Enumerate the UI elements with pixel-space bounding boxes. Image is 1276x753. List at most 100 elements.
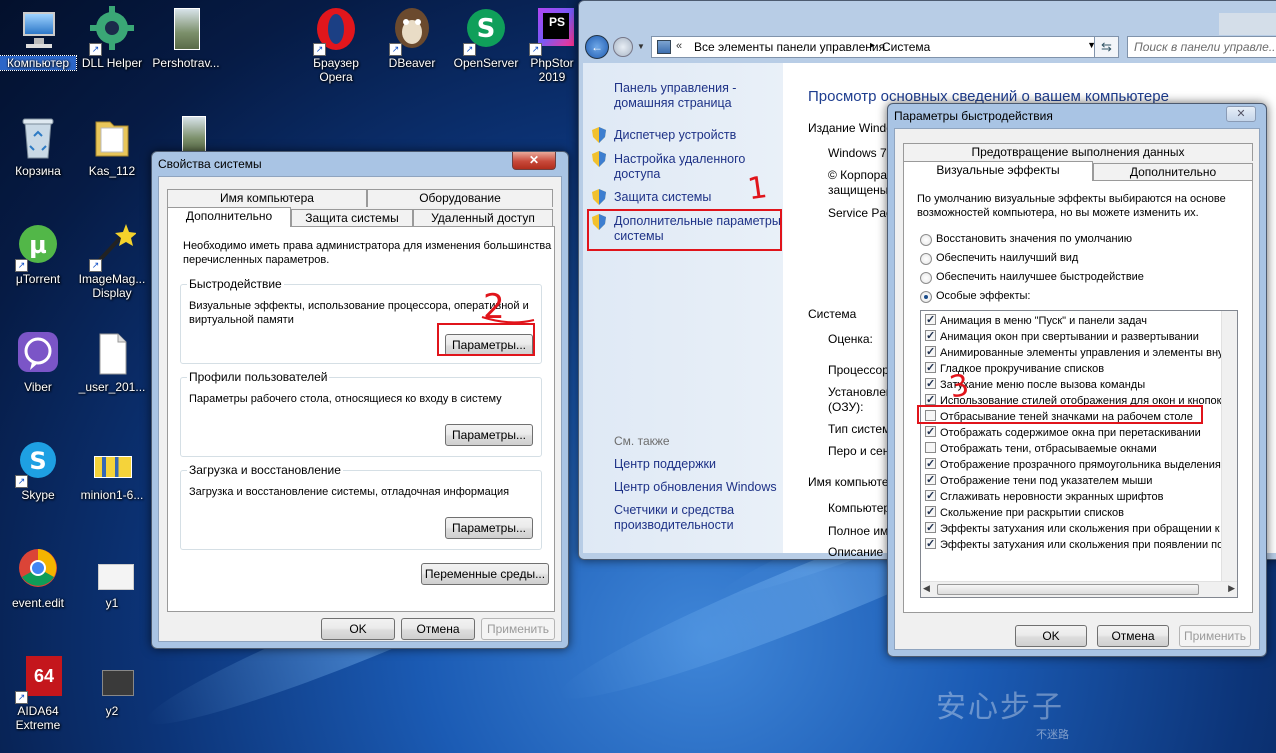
ok-button[interactable]: OK [321,618,395,640]
desktop-icon-imagemagick[interactable]: ↗ ImageMag... Display [74,222,150,300]
environment-variables-button[interactable]: Переменные среды... [421,563,549,585]
address-bar[interactable]: « Все элементы панели управления ▸ Систе… [651,36,1119,58]
effect-row[interactable]: Эффекты затухания или скольжения при обр… [921,520,1223,537]
device-manager-link[interactable]: Диспетчер устройств [614,128,736,143]
system-protection-link[interactable]: Защита системы [614,190,711,205]
scroll-left-icon[interactable]: ◀ [923,583,930,594]
vertical-scrollbar[interactable] [1221,311,1237,581]
horizontal-scrollbar[interactable]: ◀ ▶ [921,581,1237,597]
effect-checkbox[interactable] [925,344,936,360]
close-button[interactable]: ✕ [512,152,556,170]
desktop-icon-user-file[interactable]: _user_201... [74,330,150,394]
refresh-icon[interactable]: ⇆ [1094,36,1119,58]
apply-button[interactable]: Применить [1179,625,1251,647]
title-bar[interactable]: Параметры быстродействия ✕ [888,104,1266,128]
desktop-icon-recycle-bin[interactable]: Корзина [0,114,76,178]
ok-button[interactable]: OK [1015,625,1087,647]
document-icon [88,330,136,378]
effect-row[interactable]: Скольжение при раскрытии списков [921,504,1124,521]
effect-row[interactable]: Отображать содержимое окна при перетаски… [921,424,1201,441]
tab-advanced[interactable]: Дополнительно [1093,163,1253,181]
desktop-icon-dll-helper[interactable]: ↗ DLL Helper [74,6,150,70]
effect-row[interactable]: Анимация окон при свертывании и разверты… [921,328,1199,345]
desktop-icon-kas112[interactable]: Kas_112 [74,114,150,178]
apply-button[interactable]: Применить [481,618,555,640]
effect-row[interactable]: Затухание меню после вызова команды [921,376,1145,393]
effect-row[interactable]: Анимированные элементы управления и элем… [921,344,1223,361]
effect-row[interactable]: Эффекты затухания или скольжения при поя… [921,536,1223,553]
effect-row[interactable]: Отображение прозрачного прямоугольника в… [921,456,1221,473]
desktop-icon-y2[interactable]: y2 [74,654,150,718]
effect-checkbox[interactable] [925,424,936,440]
effect-checkbox[interactable] [925,313,936,328]
profiles-settings-button[interactable]: Параметры... [445,424,533,446]
desktop-icon-skype[interactable]: S ↗ Skype [0,438,76,502]
desktop-icon-dbeaver[interactable]: ↗ DBeaver [374,6,450,70]
radio-label: Обеспечить наилучший вид [936,252,1079,264]
desktop-icon-pershotrav[interactable]: Pershotrav... [148,6,224,70]
desktop-icon-aida64[interactable]: 64 ↗ AIDA64 Extreme [0,654,76,732]
windows-update-link[interactable]: Центр обновления Windows [614,480,777,495]
title-bar[interactable]: Свойства системы ✕ [152,152,568,176]
desktop-icon-chrome[interactable]: event.edit [0,546,76,610]
effect-checkbox[interactable] [925,504,936,520]
action-center-link[interactable]: Центр поддержки [614,457,716,472]
desktop-icon-opera[interactable]: ↗ Браузер Opera [298,6,374,84]
radio-default[interactable] [920,234,932,246]
breadcrumb-item[interactable]: Система [882,40,930,54]
effect-checkbox[interactable] [925,472,936,488]
remote-settings-link[interactable]: Настройка удаленного доступа [614,152,759,182]
effect-checkbox[interactable] [925,442,936,453]
tab-system-protection[interactable]: Защита системы [291,209,413,227]
search-input[interactable]: Поиск в панели управле... [1127,36,1276,58]
effect-row[interactable]: Сглаживать неровности экранных шрифтов [921,488,1163,505]
desktop-icon-y1[interactable]: y1 [74,546,150,610]
tab-visual-effects[interactable]: Визуальные эффекты [903,161,1093,181]
tab-remote[interactable]: Удаленный доступ [413,209,553,227]
control-panel-icon [657,40,671,54]
desktop-icon-utorrent[interactable]: µ ↗ μTorrent [0,222,76,286]
radio-best-performance[interactable] [920,272,932,284]
effect-checkbox[interactable] [925,488,936,504]
window-title: Параметры быстродействия [894,109,1053,123]
effect-checkbox[interactable] [925,520,936,536]
radio-custom[interactable] [920,291,932,303]
tab-dep[interactable]: Предотвращение выполнения данных [903,143,1253,161]
shield-icon [592,127,606,143]
radio-best-appearance[interactable] [920,253,932,265]
effect-checkbox[interactable] [925,360,936,376]
group-description: Загрузка и восстановление системы, отлад… [189,486,510,498]
effect-row[interactable]: Анимация в меню "Пуск" и панели задач [921,313,1147,329]
scroll-right-icon[interactable]: ▶ [1228,583,1235,594]
effect-checkbox[interactable] [925,456,936,472]
cancel-button[interactable]: Отмена [401,618,475,640]
performance-tools-link[interactable]: Счетчики и средства производительности [614,503,764,533]
close-button[interactable]: ✕ [1226,106,1256,122]
desktop-icon-viber[interactable]: Viber [0,330,76,394]
effect-row[interactable]: Гладкое прокручивание списков [921,360,1104,377]
scroll-thumb[interactable] [937,584,1199,595]
breadcrumb-item[interactable]: Все элементы панели управления [694,40,885,54]
effect-checkbox[interactable] [925,328,936,344]
cancel-button[interactable]: Отмена [1097,625,1169,647]
group-title: Профили пользователей [187,370,330,384]
effect-checkbox[interactable] [925,392,936,408]
edition-label: Издание Windo [808,121,893,135]
forward-button[interactable] [613,37,633,57]
startup-settings-button[interactable]: Параметры... [445,517,533,539]
tab-hardware[interactable]: Оборудование [367,189,553,207]
effect-row[interactable]: Отображать тени, отбрасываемые окнами [921,441,1157,457]
desktop-icon-computer[interactable]: Компьютер [0,6,77,71]
desktop-icon-minion[interactable]: minion1-6... [74,438,150,502]
home-link[interactable]: Панель управления - домашняя страница [614,81,774,111]
back-button[interactable]: ← [585,35,609,59]
tab-computer-name[interactable]: Имя компьютера [167,189,367,207]
effect-row[interactable]: Отображение тени под указателем мыши [921,472,1152,489]
effect-checkbox[interactable] [925,536,936,552]
history-dropdown-icon[interactable]: ▼ [637,37,647,57]
watermark: 安心步子 [936,690,1064,725]
effect-checkbox[interactable] [925,376,936,392]
desktop-icon-openserver[interactable]: S ↗ OpenServer [448,6,524,70]
tab-advanced[interactable]: Дополнительно [167,207,291,227]
desktop-icon-phpstorm[interactable]: PS ↗ PhpStor 2019 [522,6,582,84]
